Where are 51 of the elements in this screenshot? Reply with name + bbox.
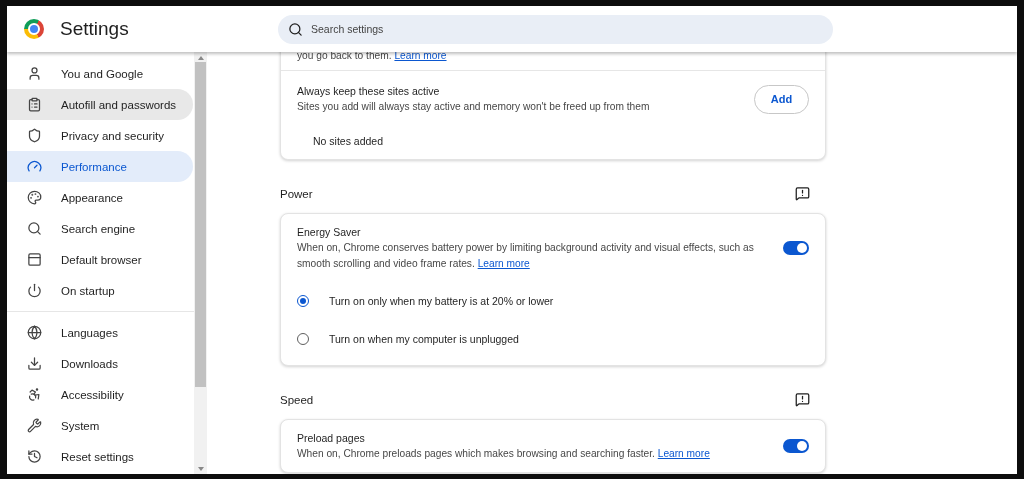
- history-icon: [27, 449, 42, 464]
- empty-list-text: No sites added: [312, 134, 385, 149]
- feedback-icon[interactable]: [795, 186, 810, 201]
- sidebar-item[interactable]: Languages: [7, 317, 193, 348]
- sidebar-item[interactable]: Reset settings: [7, 441, 193, 472]
- person-icon: [27, 66, 42, 81]
- setting-description: Sites you add will always stay active and memory won't be freed up from them: [297, 100, 651, 114]
- power-icon: [27, 283, 42, 298]
- toggle-switch[interactable]: [783, 241, 809, 255]
- search-field[interactable]: Search settings: [278, 14, 833, 44]
- sidebar-item[interactable]: Accessibility: [7, 379, 193, 410]
- palette-icon: [27, 190, 42, 205]
- feedback-icon[interactable]: [795, 392, 810, 407]
- learn-more-link[interactable]: Learn more: [477, 258, 530, 269]
- setting-title: Always keep these sites active: [297, 84, 441, 99]
- sidebar-item[interactable]: Search engine: [7, 213, 193, 244]
- setting-description: When on, Chrome preloads pages which makes browsing and searching faster. Learn more: [297, 447, 711, 461]
- sidebar-item[interactable]: Downloads: [7, 348, 193, 379]
- search-icon: [288, 21, 303, 37]
- sidebar-item[interactable]: Default browser: [7, 244, 193, 275]
- gauge-icon: [27, 159, 42, 174]
- download-icon: [27, 356, 42, 371]
- sidebar-item[interactable]: Performance: [7, 151, 193, 182]
- section-title: Power: [280, 187, 313, 200]
- scrollbar[interactable]: [194, 52, 207, 474]
- setting-title: Preload pages: [297, 431, 366, 446]
- section-title: Speed: [280, 393, 314, 406]
- accessibility-icon: [27, 387, 42, 402]
- setting-title: Energy Saver: [297, 225, 362, 240]
- setting-description: you go back to them. Learn more: [297, 52, 447, 63]
- browser-logo-icon: [24, 19, 44, 39]
- shield-icon: [27, 128, 42, 143]
- search-icon: [27, 221, 42, 236]
- globe-icon: [27, 325, 42, 340]
- learn-more-link[interactable]: Learn more: [394, 52, 447, 61]
- browser-window-icon: [27, 252, 42, 267]
- sidebar-item[interactable]: Appearance: [7, 182, 193, 213]
- radio-label: Turn on only when my battery is at 20% or lower: [329, 295, 554, 307]
- learn-more-link[interactable]: Learn more: [657, 448, 710, 459]
- sidebar-item[interactable]: Privacy and security: [7, 120, 193, 151]
- sidebar-item[interactable]: On startup: [7, 275, 193, 306]
- clipboard-icon: [27, 97, 42, 112]
- sidebar-item[interactable]: System: [7, 410, 193, 441]
- sidebar-item[interactable]: You and Google: [7, 58, 193, 89]
- wrench-icon: [27, 418, 42, 433]
- radio-label: Turn on when my computer is unplugged: [329, 333, 519, 345]
- page-title: Settings: [60, 18, 129, 40]
- setting-description: When on, Chrome conserves battery power by limiting background activity and visual effects, such as smooth scrolling and video frame rates. Learn more: [297, 241, 755, 271]
- add-button[interactable]: Add: [754, 84, 809, 114]
- sidebar-item[interactable]: Autofill and passwords: [7, 89, 193, 120]
- toggle-switch[interactable]: [783, 439, 809, 453]
